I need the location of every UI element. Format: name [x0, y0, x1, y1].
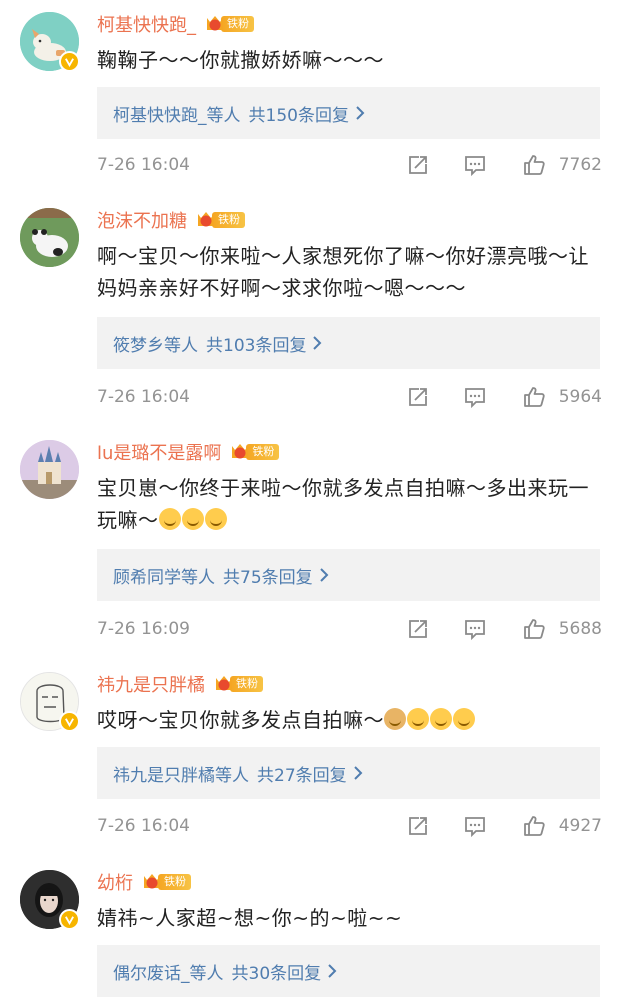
- smile-emoji-icon: [430, 708, 452, 730]
- crown-heart-icon: [141, 871, 163, 893]
- share-icon[interactable]: [406, 617, 430, 641]
- chevron-right-icon: [356, 106, 365, 120]
- comment-text: 宝贝崽～你终于来啦～你就多发点自拍嘛～多出来玩一玩嘛～: [97, 472, 602, 536]
- like-icon[interactable]: [522, 385, 546, 409]
- like-count: 7762: [558, 155, 602, 175]
- comment-time: 7-26 16:04: [97, 155, 190, 175]
- share-icon[interactable]: [406, 814, 430, 838]
- username[interactable]: lu是璐不是露啊: [97, 439, 221, 465]
- reply-users: 顾希同学: [113, 567, 181, 588]
- doge-emoji-icon: [384, 708, 406, 730]
- reply-count: 共27条回复: [257, 765, 347, 786]
- reply-summary[interactable]: 偶尔废话_ 等人 共30条回复: [97, 945, 600, 997]
- reply-users: 祎九是只胖橘: [113, 765, 215, 786]
- chevron-right-icon: [319, 568, 329, 582]
- chevron-right-icon: [313, 336, 322, 350]
- thinking-emoji-icon: [407, 708, 429, 730]
- reply-suffix: 等人: [189, 963, 224, 984]
- comment-text-body: 哎呀～宝贝你就多发点自拍嘛～: [97, 708, 384, 732]
- username[interactable]: 祎九是只胖橘: [97, 671, 205, 697]
- crown-heart-icon: [204, 13, 226, 35]
- avatar[interactable]: [20, 672, 80, 732]
- like-count: 4927: [558, 816, 602, 836]
- reply-summary[interactable]: 顾希同学 等人 共75条回复: [97, 549, 600, 601]
- smile-emoji-icon: [204, 508, 227, 530]
- fan-badge: 铁粉: [141, 872, 191, 892]
- verified-badge-icon: [59, 909, 80, 930]
- comment-icon[interactable]: [463, 814, 487, 838]
- reply-summary[interactable]: 筱梦乡 等人 共103条回复: [97, 317, 600, 369]
- like-count: 5964: [558, 387, 602, 407]
- reply-summary[interactable]: 祎九是只胖橘 等人 共27条回复: [97, 747, 600, 799]
- reply-suffix: 等人: [164, 335, 198, 356]
- username[interactable]: 幼桁: [97, 869, 133, 895]
- fan-badge: 铁粉: [195, 210, 245, 230]
- comment-icon[interactable]: [463, 385, 487, 409]
- verified-badge-icon: [59, 51, 80, 72]
- reply-count: 共30条回复: [231, 963, 322, 984]
- comment-text: 婧祎~人家超~想~你~的~啦~~: [97, 906, 403, 930]
- comment-time: 7-26 16:09: [97, 619, 190, 639]
- like-icon[interactable]: [522, 814, 546, 838]
- like-icon[interactable]: [522, 153, 546, 177]
- panda-icon: [20, 208, 79, 267]
- share-icon[interactable]: [406, 153, 430, 177]
- comment-icon[interactable]: [463, 617, 487, 641]
- avatar[interactable]: [20, 12, 80, 72]
- reply-suffix: 等人: [215, 765, 249, 786]
- comment-icon[interactable]: [463, 153, 487, 177]
- crown-heart-icon: [213, 673, 235, 695]
- reply-suffix: 等人: [206, 105, 241, 126]
- reply-suffix: 等人: [181, 567, 215, 588]
- avatar[interactable]: [20, 870, 80, 930]
- chevron-right-icon: [328, 964, 337, 978]
- share-icon[interactable]: [406, 385, 430, 409]
- avatar[interactable]: [20, 440, 79, 499]
- comment-text: 哎呀～宝贝你就多发点自拍嘛～: [97, 704, 602, 736]
- castle-icon: [20, 440, 79, 499]
- avatar[interactable]: [20, 208, 79, 267]
- reply-summary[interactable]: 柯基快快跑_ 等人 共150条回复: [97, 87, 600, 139]
- fan-badge: 铁粉: [229, 441, 280, 463]
- reply-count: 共75条回复: [223, 567, 313, 588]
- fan-badge: 铁粉: [213, 674, 263, 694]
- comment-time: 7-26 16:04: [97, 816, 190, 836]
- username[interactable]: 柯基快快跑_: [97, 11, 196, 37]
- comment-text: 啊～宝贝～你来啦～人家想死你了嘛～你好漂亮哦～让妈妈亲亲好不好啊～求求你啦～嗯～…: [97, 244, 589, 300]
- chevron-right-icon: [353, 766, 363, 780]
- comment-time: 7-26 16:04: [97, 387, 190, 407]
- like-icon[interactable]: [522, 617, 546, 641]
- crown-heart-icon: [195, 209, 217, 231]
- comment-text: 鞠鞠子～～你就撒娇娇嘛～～～: [97, 48, 384, 72]
- reply-users: 柯基快快跑_: [113, 105, 207, 126]
- reply-users: 筱梦乡: [113, 335, 164, 356]
- verified-badge-icon: [59, 711, 80, 732]
- fan-badge: 铁粉: [204, 14, 254, 34]
- crown-heart-icon: [229, 441, 251, 463]
- reply-count: 共150条回复: [248, 105, 349, 126]
- like-count: 5688: [558, 619, 602, 639]
- reply-users: 偶尔废话_: [113, 963, 190, 984]
- reply-count: 共103条回复: [206, 335, 307, 356]
- username[interactable]: 泡沫不加糖: [97, 207, 187, 233]
- smile-emoji-icon: [453, 708, 475, 730]
- smile-emoji-icon: [181, 508, 204, 530]
- smile-emoji-icon: [158, 508, 181, 530]
